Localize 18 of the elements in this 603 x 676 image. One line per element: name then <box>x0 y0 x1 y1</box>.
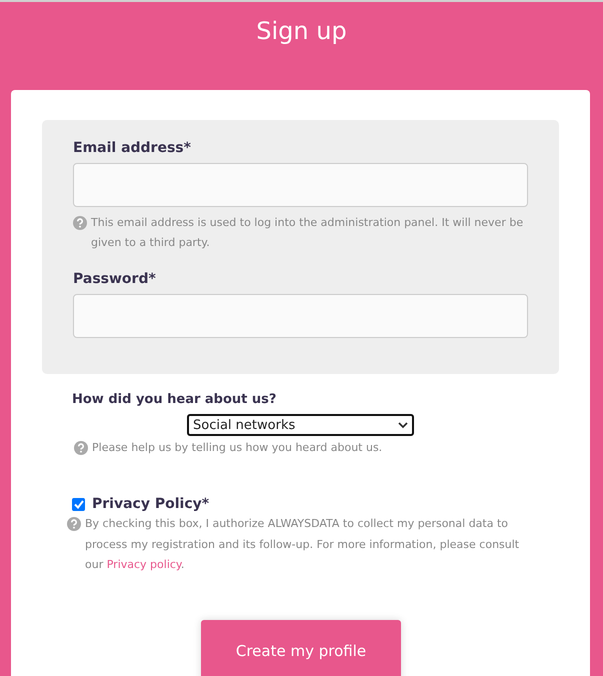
create-profile-button[interactable]: Create my profile <box>201 620 401 676</box>
field-label: Email address* <box>73 140 192 156</box>
input-field[interactable] <box>73 163 528 207</box>
help-icon <box>74 441 88 455</box>
field-label: Password* <box>73 271 157 287</box>
checkbox[interactable] <box>72 498 85 510</box>
help-icon <box>67 517 81 531</box>
checkbox-label: Privacy Policy* <box>92 496 210 512</box>
help-icon <box>73 216 87 230</box>
consent-text: By checking this box, I authorize ALWAYSDATA to collect my personal data to process my registration and its follow-up. For more information, please consult our Privacy policy. <box>85 516 520 573</box>
help-text: This email address is used to log into the administration panel. It will never be given to a third party. <box>91 215 524 251</box>
dropdown[interactable]: Social networks <box>187 414 414 436</box>
help-text: Please help us by telling us how you heard about us. <box>92 440 382 456</box>
field-label: How did you hear about us? <box>72 392 278 407</box>
page-title: Sign up <box>255 16 348 47</box>
chevron-down-icon <box>398 422 408 428</box>
input-field[interactable] <box>73 294 528 338</box>
privacy-link[interactable]: Privacy policy <box>106 558 181 571</box>
